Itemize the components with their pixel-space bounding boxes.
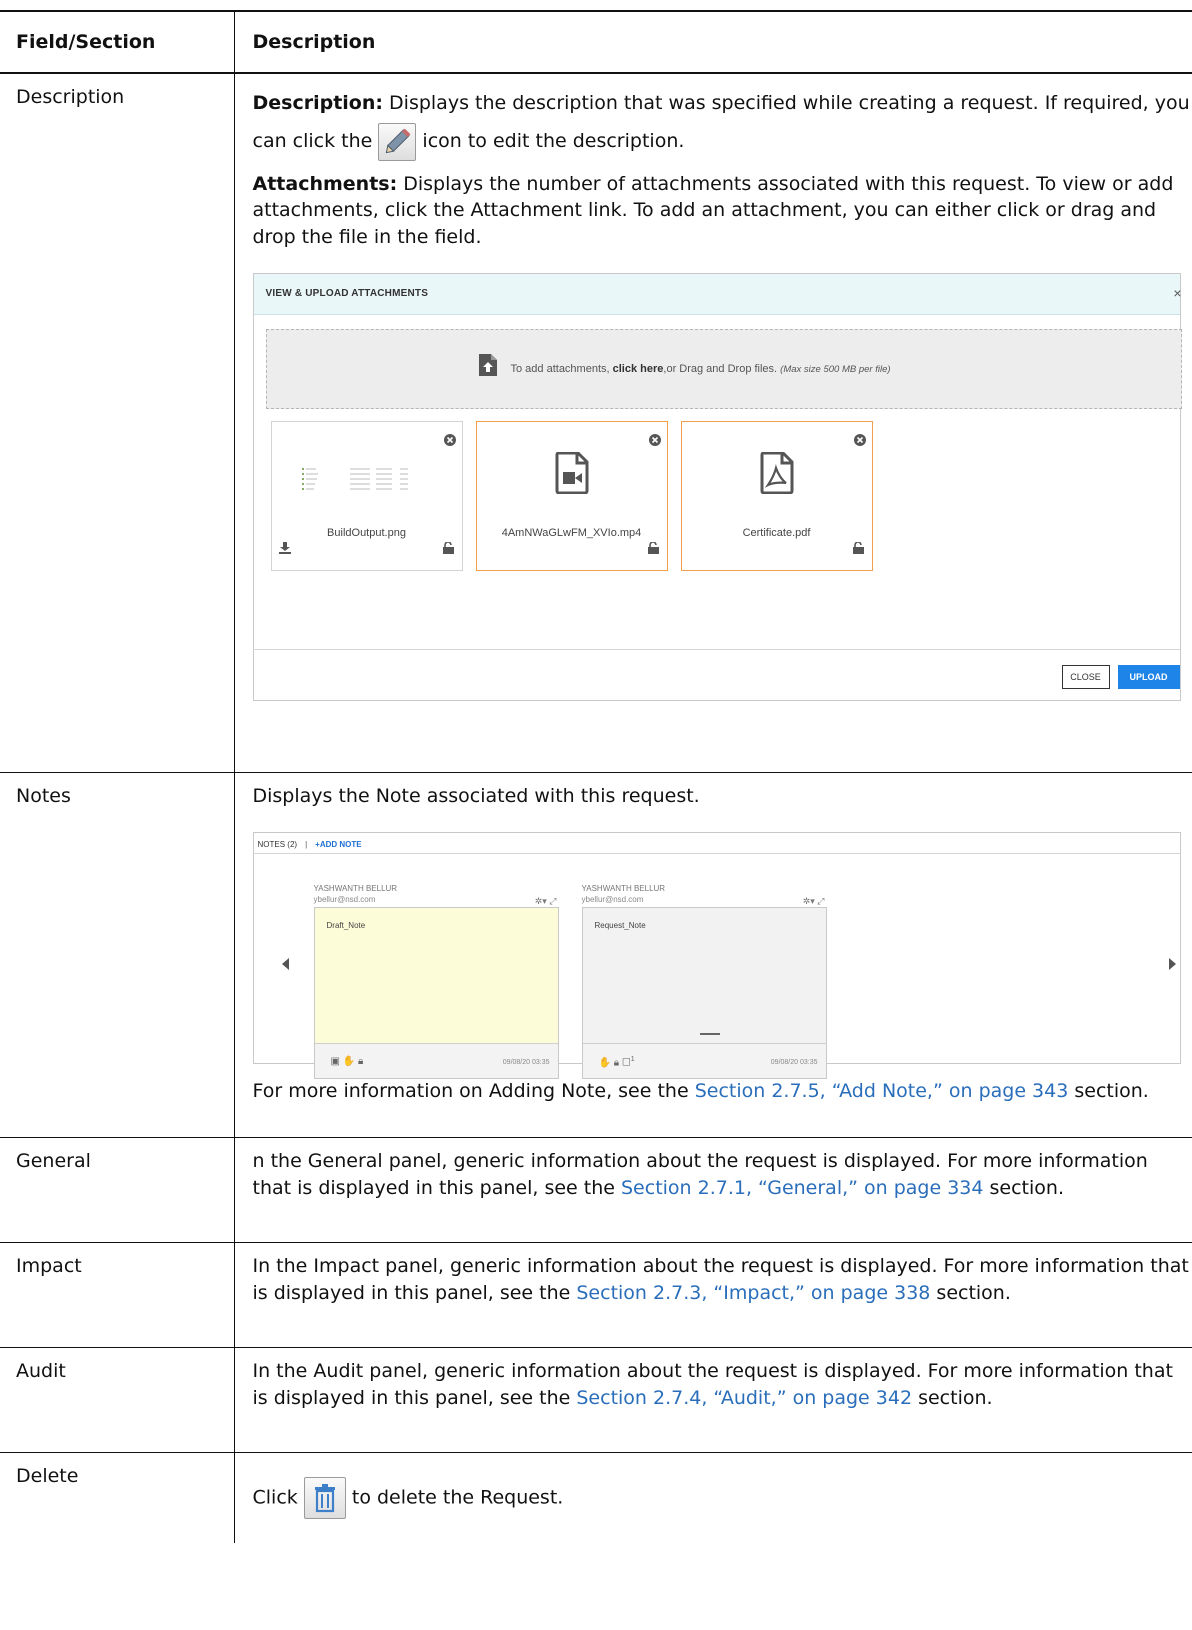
attachments-paragraph: Attachments: Displays the number of atta… xyxy=(252,172,1174,249)
video-file-icon xyxy=(554,451,589,503)
table-row: Delete Click to delete the Request. xyxy=(0,1452,1192,1543)
notes-paragraph: Displays the Note associated with this r… xyxy=(252,785,700,807)
field-name: Impact xyxy=(0,1242,235,1348)
remove-attachment-icon[interactable] xyxy=(853,428,866,455)
drop-zone-text: To add attachments, click here,or Drag a… xyxy=(510,363,891,376)
drop-zone[interactable]: To add attachments, click here,or Drag a… xyxy=(265,329,1182,410)
note-card[interactable]: YASHWANTH BELLUR ybellur@nsd.com ✲▾ ⤢ Re… xyxy=(581,883,827,1079)
table-row: Description Description: Displays the de… xyxy=(0,73,1192,773)
unlock-icon[interactable] xyxy=(647,536,659,563)
attachment-card[interactable]: 4AmNWaGLwFM_XVIo.mp4 xyxy=(475,421,668,572)
dialog-header: VIEW & UPLOAD ATTACHMENTS × xyxy=(253,274,1182,316)
add-note-section-link[interactable]: Section 2.7.5, “Add Note,” on page 343 xyxy=(695,1080,1069,1102)
attachment-card[interactable]: Certificate.pdf xyxy=(680,421,873,572)
table-row: Impact In the Impact panel, generic info… xyxy=(0,1242,1192,1348)
note-text: Request_Note xyxy=(594,920,646,930)
attachment-filename: Certificate.pdf xyxy=(742,527,811,540)
field-name: Delete xyxy=(0,1452,235,1543)
description-label: Description: xyxy=(252,92,384,114)
download-icon[interactable] xyxy=(278,536,291,563)
resize-handle[interactable] xyxy=(699,1032,720,1035)
dialog-footer: CLOSE UPLOAD xyxy=(253,649,1180,700)
field-name: Audit xyxy=(0,1347,235,1453)
note-card[interactable]: YASHWANTH BELLUR ybellur@nsd.com ✲▾ ⤢ Dr… xyxy=(313,883,559,1079)
header-description: Description xyxy=(234,10,1192,74)
table-row: General n the General panel, generic inf… xyxy=(0,1137,1192,1243)
note-action-icons[interactable]: ✋ 🔒︎ ☐1 xyxy=(599,1055,635,1071)
pdf-file-icon xyxy=(759,451,794,503)
close-icon[interactable]: × xyxy=(1173,284,1181,304)
impact-section-link[interactable]: Section 2.7.3, “Impact,” on page 338 xyxy=(576,1282,930,1304)
attachment-filename: BuildOutput.png xyxy=(327,527,406,540)
note-footer: ▣ ✋ 🔒︎ 09/08/20 03:35 xyxy=(314,1042,558,1078)
next-arrow-icon[interactable] xyxy=(1168,957,1176,970)
unlock-icon[interactable] xyxy=(852,536,864,563)
attachments-label: Attachments: xyxy=(252,172,398,195)
comment-count: 1 xyxy=(630,1055,635,1063)
note-author: YASHWANTH BELLUR xyxy=(581,883,666,893)
header-field-section: Field/Section xyxy=(0,10,235,74)
note-email: ybellur@nsd.com xyxy=(581,894,644,904)
notes-header: NOTES (2) | +ADD NOTE xyxy=(257,839,362,849)
field-description-table: Field/Section Description Description De… xyxy=(0,10,1192,1543)
trash-icon[interactable] xyxy=(303,1477,346,1519)
notes-more-info: For more information on Adding Note, see… xyxy=(252,1079,1149,1102)
note-date: 09/08/20 03:35 xyxy=(502,1058,550,1066)
attachment-card[interactable]: BuildOutput.png xyxy=(270,421,463,572)
delete-description: Click to delete the Request. xyxy=(253,1477,1192,1519)
note-body: Request_Note ✋ 🔒︎ ☐1 09/08/20 03:35 xyxy=(581,906,827,1079)
unlock-icon[interactable] xyxy=(442,536,454,563)
table-header-row: Field/Section Description xyxy=(0,10,1192,74)
note-settings-icon[interactable]: ✲▾ ⤢ xyxy=(803,895,825,908)
note-body: Draft_Note ▣ ✋ 🔒︎ 09/08/20 03:35 xyxy=(313,906,559,1079)
description-paragraph: Description: Displays the description th… xyxy=(253,84,1192,161)
note-text: Draft_Note xyxy=(326,920,366,930)
note-footer: ✋ 🔒︎ ☐1 09/08/20 03:35 xyxy=(582,1042,826,1078)
impact-description: In the Impact panel, generic information… xyxy=(252,1255,1189,1304)
pencil-edit-icon[interactable] xyxy=(378,122,417,161)
image-thumbnail-icon xyxy=(300,466,430,503)
field-name: Notes xyxy=(0,772,235,1138)
table-row: Notes Displays the Note associated with … xyxy=(0,772,1192,1138)
file-upload-icon xyxy=(478,354,497,385)
remove-attachment-icon[interactable] xyxy=(443,428,456,455)
attachment-filename: 4AmNWaGLwFM_XVIo.mp4 xyxy=(501,527,642,540)
note-action-icons[interactable]: ▣ ✋ 🔒︎ xyxy=(331,1055,364,1069)
click-here-link[interactable]: click here xyxy=(613,363,664,375)
upload-button[interactable]: UPLOAD xyxy=(1117,665,1180,690)
close-button[interactable]: CLOSE xyxy=(1061,665,1110,690)
remove-attachment-icon[interactable] xyxy=(648,428,661,455)
note-author: YASHWANTH BELLUR xyxy=(313,883,398,893)
audit-section-link[interactable]: Section 2.7.4, “Audit,” on page 342 xyxy=(576,1387,912,1409)
note-email: ybellur@nsd.com xyxy=(313,894,376,904)
field-name: General xyxy=(0,1137,235,1243)
general-section-link[interactable]: Section 2.7.1, “General,” on page 334 xyxy=(621,1177,983,1199)
document-page: Field/Section Description Description De… xyxy=(0,10,1192,1543)
note-date: 09/08/20 03:35 xyxy=(770,1058,818,1066)
table-row: Audit In the Audit panel, generic inform… xyxy=(0,1347,1192,1453)
notes-panel: NOTES (2) | +ADD NOTE YASHWANTH BELLUR ybe… xyxy=(252,831,1181,1079)
attachments-dialog: VIEW & UPLOAD ATTACHMENTS × To add attac… xyxy=(252,273,1182,702)
note-settings-icon[interactable]: ✲▾ ⤢ xyxy=(535,895,557,908)
dialog-title: VIEW & UPLOAD ATTACHMENTS xyxy=(265,288,429,300)
audit-description: In the Audit panel, generic information … xyxy=(252,1360,1173,1409)
general-description: n the General panel, generic information… xyxy=(252,1150,1148,1199)
previous-arrow-icon[interactable] xyxy=(281,957,289,970)
add-note-link[interactable]: +ADD NOTE xyxy=(315,840,361,849)
field-name: Description xyxy=(0,73,235,773)
notes-title: NOTES (2) xyxy=(257,839,298,849)
